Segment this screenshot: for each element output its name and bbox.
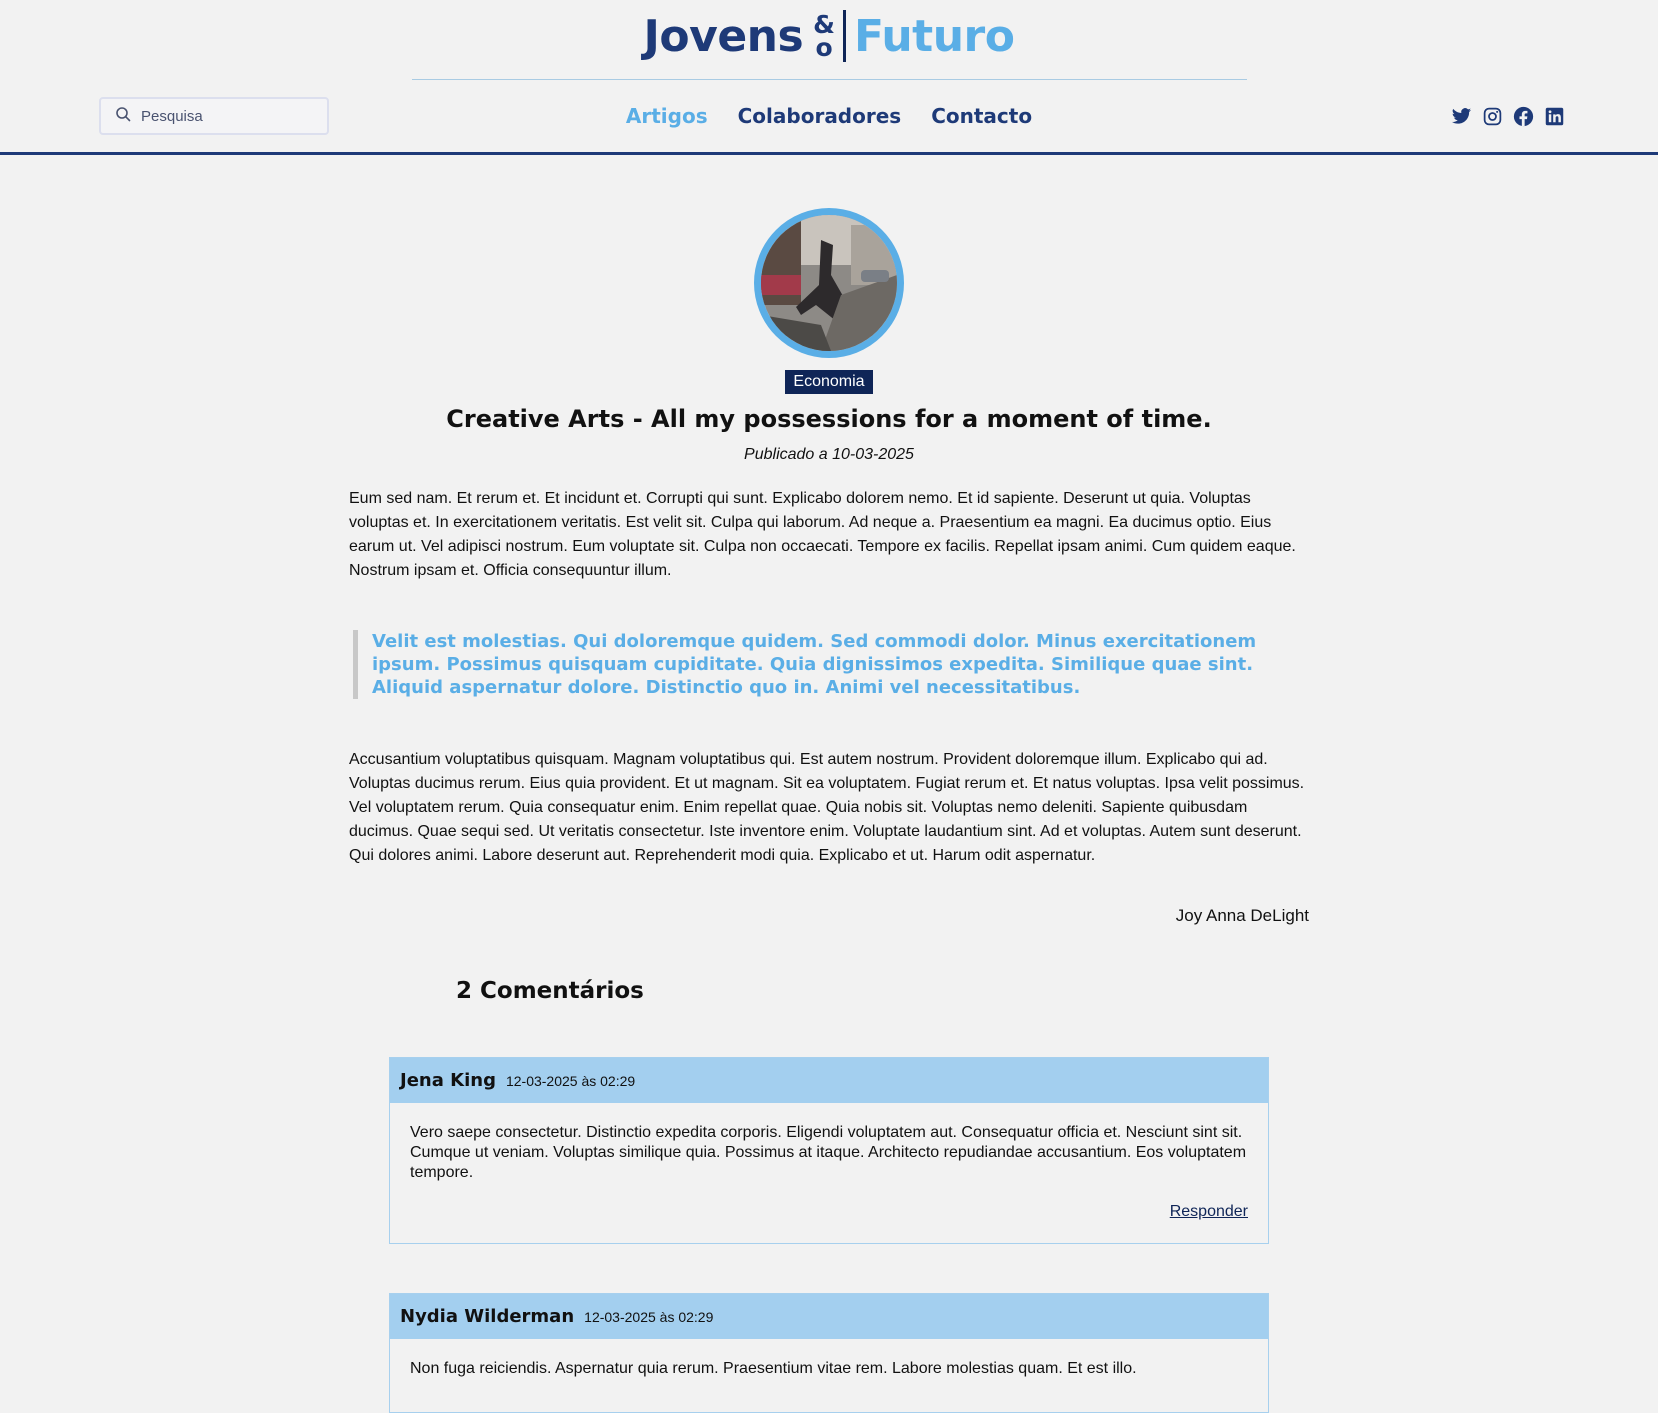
social-links bbox=[1451, 106, 1565, 127]
article-image bbox=[754, 208, 904, 358]
comment-card: Nydia Wilderman 12-03-2025 às 02:29 Non … bbox=[389, 1293, 1269, 1413]
logo-divider bbox=[842, 10, 846, 62]
comments-heading: 2 Comentários bbox=[456, 978, 644, 1004]
comment-card: Jena King 12-03-2025 às 02:29 Vero saepe… bbox=[389, 1057, 1269, 1244]
comment-author: Jena King bbox=[400, 1070, 496, 1091]
twitter-icon[interactable] bbox=[1451, 106, 1472, 127]
article-title: Creative Arts - All my possessions for a… bbox=[446, 405, 1212, 433]
site-logo[interactable]: Jovens & o Futuro bbox=[0, 10, 1658, 62]
logo-word-futuro: Futuro bbox=[853, 10, 1015, 62]
facebook-icon[interactable] bbox=[1513, 106, 1534, 127]
category-badge[interactable]: Economia bbox=[785, 370, 873, 394]
comment-header: Jena King 12-03-2025 às 02:29 bbox=[390, 1058, 1268, 1103]
article-paragraph: Eum sed nam. Et rerum et. Et incidunt et… bbox=[349, 490, 1296, 579]
logo-ampersand: & o bbox=[813, 10, 835, 62]
nav-item-contacto[interactable]: Contacto bbox=[931, 104, 1032, 128]
article-quote: Velit est molestias. Qui doloremque quid… bbox=[353, 630, 1322, 699]
article-paragraph: Accusantium voluptatibus quisquam. Magna… bbox=[349, 751, 1305, 864]
nav-item-artigos[interactable]: Artigos bbox=[626, 104, 708, 128]
comment-author: Nydia Wilderman bbox=[400, 1306, 575, 1327]
header-divider bbox=[0, 152, 1658, 155]
logo-divider-line bbox=[412, 79, 1247, 80]
comment-date: 12-03-2025 às 02:29 bbox=[584, 1308, 714, 1325]
instagram-icon[interactable] bbox=[1482, 106, 1503, 127]
comment-text: Vero saepe consectetur. Distinctio exped… bbox=[410, 1124, 1247, 1181]
linkedin-icon[interactable] bbox=[1544, 106, 1565, 127]
article-author: Joy Anna DeLight bbox=[1175, 906, 1309, 925]
nav-item-colaboradores[interactable]: Colaboradores bbox=[738, 104, 902, 128]
comment-date: 12-03-2025 às 02:29 bbox=[505, 1072, 636, 1089]
publish-date: Publicado a 10-03-2025 bbox=[744, 446, 914, 463]
comment-header: Nydia Wilderman 12-03-2025 às 02:29 bbox=[390, 1294, 1268, 1339]
comment-text: Non fuga reiciendis. Aspernatur quia rer… bbox=[410, 1360, 1137, 1377]
main-nav: Artigos Colaboradores Contacto bbox=[0, 104, 1658, 128]
reply-link[interactable]: Responder bbox=[1170, 1203, 1248, 1221]
logo-word-jovens: Jovens bbox=[643, 10, 804, 62]
